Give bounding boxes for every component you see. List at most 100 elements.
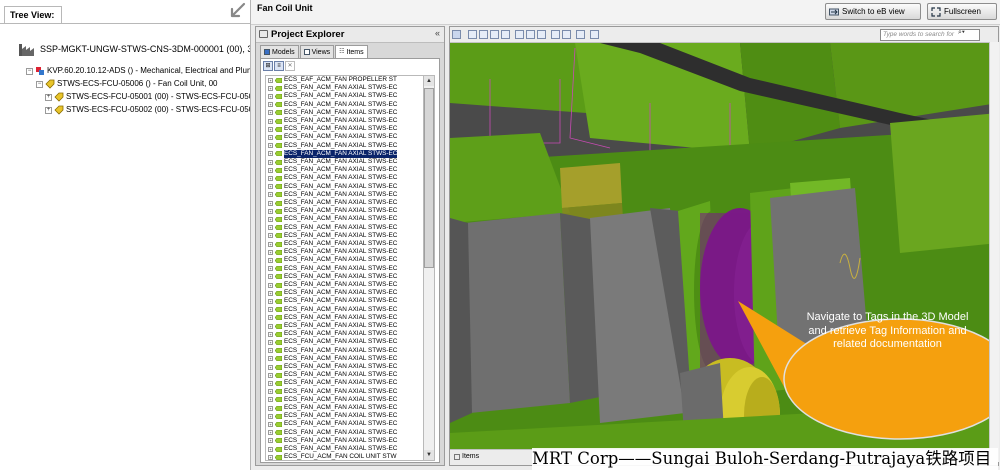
expand-toggle[interactable]: + bbox=[268, 356, 273, 362]
collapse-toggle[interactable]: − bbox=[36, 80, 43, 88]
list-item[interactable]: + ECS_FAN_ACM_FAN AXIAL STWS-EC bbox=[266, 199, 423, 207]
list-item[interactable]: + ECS_FAN_ACM_FAN AXIAL STWS-EC bbox=[266, 92, 423, 100]
zoom-in-icon[interactable] bbox=[515, 30, 524, 39]
list-item[interactable]: + ECS_FAN_ACM_FAN AXIAL STWS-EC bbox=[266, 429, 423, 437]
fullscreen-button[interactable]: Fullscreen bbox=[927, 3, 997, 20]
expand-toggle[interactable]: + bbox=[268, 102, 273, 108]
expand-toggle[interactable]: + bbox=[268, 405, 273, 411]
expand-toggle[interactable]: + bbox=[268, 290, 273, 296]
expand-toggle[interactable]: + bbox=[268, 339, 273, 345]
tree-node-fcu-05006[interactable]: − STWS-ECS-FCU-05006 () - Fan Coil Unit,… bbox=[36, 78, 217, 90]
list-item[interactable]: + ECS_FAN_ACM_FAN AXIAL STWS-EC bbox=[266, 420, 423, 428]
list-item[interactable]: + ECS_FAN_ACM_FAN AXIAL STWS-EC bbox=[266, 412, 423, 420]
list-item[interactable]: + ECS_FAN_ACM_FAN AXIAL STWS-EC bbox=[266, 207, 423, 215]
tree-node-mep[interactable]: − KVP.60.20.10.12-ADS () - Mechanical, E… bbox=[26, 65, 260, 77]
list-item[interactable]: + ECS_FAN_ACM_FAN AXIAL STWS-EC bbox=[266, 306, 423, 314]
list-item[interactable]: + ECS_FAN_ACM_FAN AXIAL STWS-EC bbox=[266, 330, 423, 338]
expand-toggle[interactable]: + bbox=[268, 446, 273, 452]
expand-toggle[interactable]: + bbox=[268, 348, 273, 354]
list-item[interactable]: + ECS_FAN_ACM_FAN AXIAL STWS-EC bbox=[266, 109, 423, 117]
expand-toggle[interactable]: + bbox=[268, 372, 273, 378]
list-item[interactable]: + ECS_FAN_ACM_FAN AXIAL STWS-EC bbox=[266, 166, 423, 174]
list-item[interactable]: + ECS_FAN_ACM_FAN AXIAL STWS-EC bbox=[266, 338, 423, 346]
model-scene[interactable] bbox=[450, 43, 998, 449]
list-item[interactable]: + ECS_EAF_ACM_FAN PROPELLER ST bbox=[266, 76, 423, 84]
list-item[interactable]: + ECS_FAN_ACM_FAN AXIAL STWS-EC bbox=[266, 347, 423, 355]
list-item[interactable]: + ECS_FAN_ACM_FAN AXIAL STWS-EC bbox=[266, 388, 423, 396]
list-item[interactable]: + ECS_FAN_ACM_FAN AXIAL STWS-EC bbox=[266, 215, 423, 223]
layers-icon[interactable] bbox=[576, 30, 585, 39]
pan-tool-icon[interactable] bbox=[468, 30, 477, 39]
list-item[interactable]: + ECS_FAN_ACM_FAN AXIAL STWS-EC bbox=[266, 149, 423, 158]
list-item[interactable]: + ECS_FAN_ACM_FAN AXIAL STWS-EC bbox=[266, 183, 423, 191]
search-icon[interactable]: ⌕▾ bbox=[958, 29, 965, 37]
expand-toggle[interactable]: + bbox=[268, 380, 273, 386]
expand-toggle[interactable]: + bbox=[268, 438, 273, 444]
expand-toggle[interactable]: + bbox=[268, 167, 273, 173]
list-item[interactable]: + ECS_FAN_ACM_FAN AXIAL STWS-EC bbox=[266, 232, 423, 240]
orbit-tool-icon[interactable] bbox=[479, 30, 488, 39]
list-item[interactable]: + ECS_FAN_ACM_FAN AXIAL STWS-EC bbox=[266, 371, 423, 379]
expand-toggle[interactable]: + bbox=[268, 397, 273, 403]
collapse-arrow-icon[interactable] bbox=[226, 2, 248, 20]
list-item[interactable]: + ECS_FAN_ACM_FAN AXIAL STWS-EC bbox=[266, 142, 423, 150]
list-item[interactable]: + ECS_FCU_ACM_FAN COIL UNIT STW bbox=[266, 453, 423, 460]
section-icon[interactable] bbox=[551, 30, 560, 39]
list-item[interactable]: + ECS_FAN_ACM_FAN AXIAL STWS-EC bbox=[266, 133, 423, 141]
tree-view-tab[interactable]: Tree View: bbox=[4, 6, 62, 23]
expand-toggle[interactable]: + bbox=[268, 200, 273, 206]
viewer-search-input[interactable]: Type words to search for bbox=[880, 29, 980, 41]
list-item[interactable]: + ECS_FAN_ACM_FAN AXIAL STWS-EC bbox=[266, 101, 423, 109]
expand-toggle[interactable]: + bbox=[268, 208, 273, 214]
expand-toggle[interactable]: + bbox=[268, 93, 273, 99]
tab-models[interactable]: Models bbox=[260, 45, 299, 58]
expand-toggle[interactable]: + bbox=[268, 430, 273, 436]
expand-toggle[interactable]: + bbox=[268, 315, 273, 321]
expand-toggle[interactable]: + bbox=[268, 175, 273, 181]
expand-toggle[interactable]: + bbox=[268, 110, 273, 116]
expand-toggle[interactable]: + bbox=[268, 126, 273, 132]
list-item[interactable]: + ECS_FAN_ACM_FAN AXIAL STWS-EC bbox=[266, 117, 423, 125]
tree-node-root[interactable]: SSP-MGKT-UNGW-STWS-CNS-3DM-000001 (00), … bbox=[18, 40, 269, 58]
expand-toggle[interactable]: + bbox=[268, 249, 273, 255]
list-item[interactable]: + ECS_FAN_ACM_FAN AXIAL STWS-EC bbox=[266, 84, 423, 92]
list-item[interactable]: + ECS_FAN_ACM_FAN AXIAL STWS-EC bbox=[266, 445, 423, 453]
list-item[interactable]: + ECS_FAN_ACM_FAN AXIAL STWS-EC bbox=[266, 191, 423, 199]
select-tool-icon[interactable] bbox=[452, 30, 461, 39]
list-item[interactable]: + ECS_FAN_ACM_FAN AXIAL STWS-EC bbox=[266, 281, 423, 289]
expand-toggle[interactable]: + bbox=[268, 323, 273, 329]
expand-toggle[interactable]: + bbox=[268, 192, 273, 198]
list-item[interactable]: + ECS_FAN_ACM_FAN AXIAL STWS-EC bbox=[266, 404, 423, 412]
switch-to-eb-view-button[interactable]: Switch to eB view bbox=[825, 3, 921, 20]
list-item[interactable]: + ECS_FAN_ACM_FAN AXIAL STWS-EC bbox=[266, 437, 423, 445]
expand-toggle[interactable]: + bbox=[268, 233, 273, 239]
expand-toggle[interactable]: + bbox=[268, 77, 273, 83]
list-item[interactable]: + ECS_FAN_ACM_FAN AXIAL STWS-EC bbox=[266, 125, 423, 133]
expand-toggle[interactable]: + bbox=[268, 364, 273, 370]
scrollbar-thumb[interactable] bbox=[424, 88, 434, 268]
list-item[interactable]: + ECS_FAN_ACM_FAN AXIAL STWS-EC bbox=[266, 297, 423, 305]
expand-toggle[interactable]: + bbox=[268, 118, 273, 124]
list-item[interactable]: + ECS_FAN_ACM_FAN AXIAL STWS-EC bbox=[266, 363, 423, 371]
list-item[interactable]: + ECS_FAN_ACM_FAN AXIAL STWS-EC bbox=[266, 158, 423, 166]
expand-toggle[interactable]: + bbox=[268, 274, 273, 280]
items-scrollbar[interactable]: ▲ ▼ bbox=[423, 75, 435, 461]
expand-toggle[interactable]: + bbox=[268, 134, 273, 140]
expand-toggle[interactable]: + bbox=[268, 282, 273, 288]
expand-toggle[interactable]: + bbox=[268, 389, 273, 395]
zoom-extents-icon[interactable] bbox=[537, 30, 546, 39]
expand-toggle[interactable]: + bbox=[268, 257, 273, 263]
list-item[interactable]: + ECS_FAN_ACM_FAN AXIAL STWS-EC bbox=[266, 273, 423, 281]
list-item[interactable]: + ECS_FAN_ACM_FAN AXIAL STWS-EC bbox=[266, 265, 423, 273]
clear-filter-icon[interactable]: ✕ bbox=[285, 61, 295, 71]
expand-toggle[interactable]: + bbox=[268, 298, 273, 304]
list-item[interactable]: + ECS_FAN_ACM_FAN AXIAL STWS-EC bbox=[266, 322, 423, 330]
list-item[interactable]: + ECS_FAN_ACM_FAN AXIAL STWS-EC bbox=[266, 355, 423, 363]
list-item[interactable]: + ECS_FAN_ACM_FAN AXIAL STWS-EC bbox=[266, 289, 423, 297]
collapse-panel-button[interactable]: « bbox=[435, 28, 440, 38]
scroll-down-arrow-icon[interactable]: ▼ bbox=[424, 450, 434, 460]
expand-toggle[interactable]: + bbox=[268, 225, 273, 231]
list-item[interactable]: + ECS_FAN_ACM_FAN AXIAL STWS-EC bbox=[266, 379, 423, 387]
list-item[interactable]: + ECS_FAN_ACM_FAN AXIAL STWS-EC bbox=[266, 174, 423, 182]
measure-icon[interactable] bbox=[562, 30, 571, 39]
